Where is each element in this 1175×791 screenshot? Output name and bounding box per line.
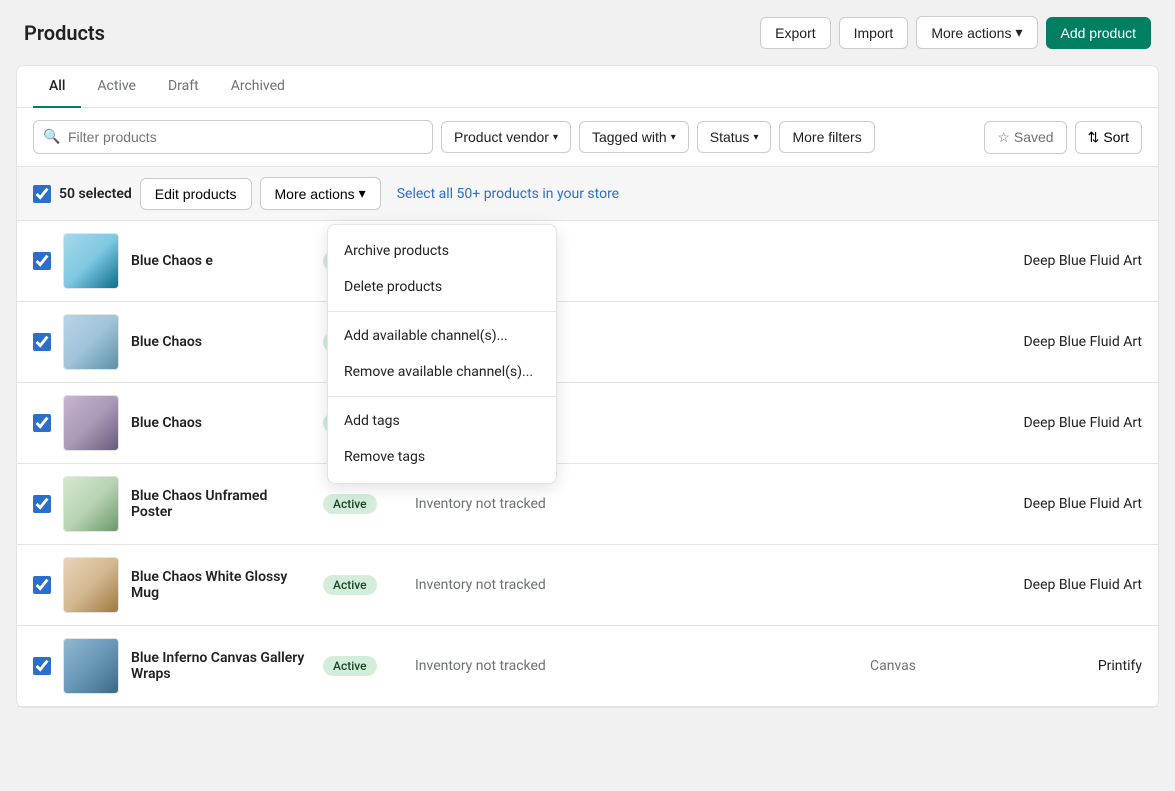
page-header: Products Export Import More actions ▾ Ad… (0, 0, 1175, 65)
bulk-action-bar: 50 selected Edit products More actions ▾… (17, 167, 1158, 221)
dropdown-divider-1 (328, 311, 556, 312)
product-vendor: Deep Blue Fluid Art (982, 496, 1142, 512)
product-row[interactable]: Blue Chaos Unframed Poster Active Invent… (17, 464, 1158, 545)
product-name: Blue Chaos e (131, 253, 311, 269)
product-list: Blue Chaos e Active Inventory not tracke… (17, 221, 1158, 707)
product-checkbox[interactable] (33, 495, 51, 513)
product-vendor: Deep Blue Fluid Art (982, 253, 1142, 269)
delete-products-item[interactable]: Delete products (328, 269, 556, 305)
product-row[interactable]: Blue Chaos Active Inventory not tracked … (17, 302, 1158, 383)
header-more-actions-button[interactable]: More actions ▾ (916, 16, 1037, 49)
product-vendor: Deep Blue Fluid Art (982, 415, 1142, 431)
tabs-bar: All Active Draft Archived (17, 66, 1158, 108)
chevron-down-icon: ▾ (753, 132, 758, 143)
header-actions: Export Import More actions ▾ Add product (760, 16, 1151, 49)
product-image (63, 395, 119, 451)
remove-tags-item[interactable]: Remove tags (328, 439, 556, 475)
search-wrapper: 🔍 (33, 120, 433, 154)
product-image (63, 638, 119, 694)
product-row[interactable]: Blue Chaos White Glossy Mug Active Inven… (17, 545, 1158, 626)
product-name: Blue Inferno Canvas Gallery Wraps (131, 650, 311, 682)
status-badge: Active (323, 575, 377, 595)
product-status: Active (323, 575, 403, 595)
product-vendor: Printify (982, 658, 1142, 674)
product-inventory: Inventory not tracked (415, 658, 858, 674)
product-checkbox[interactable] (33, 657, 51, 675)
add-channels-item[interactable]: Add available channel(s)... (328, 318, 556, 354)
product-inventory: Inventory not tracked (415, 496, 858, 512)
product-checkbox[interactable] (33, 252, 51, 270)
product-inventory: Inventory not tracked (415, 577, 858, 593)
search-input[interactable] (33, 120, 433, 154)
product-image (63, 233, 119, 289)
chevron-down-icon: ▾ (671, 132, 676, 143)
chevron-down-icon: ▾ (553, 132, 558, 143)
product-vendor: Deep Blue Fluid Art (982, 577, 1142, 593)
add-tags-item[interactable]: Add tags (328, 403, 556, 439)
bulk-more-actions-button[interactable]: More actions ▾ (260, 177, 381, 210)
product-row[interactable]: Blue Chaos e Active Inventory not tracke… (17, 221, 1158, 302)
more-actions-dropdown: Archive products Delete products Add ava… (327, 224, 557, 484)
sort-button[interactable]: ⇅ Sort (1075, 121, 1142, 154)
more-filters-button[interactable]: More filters (779, 121, 874, 153)
chevron-down-icon: ▾ (359, 185, 366, 202)
selected-count: 50 selected (59, 186, 132, 202)
product-vendor-filter[interactable]: Product vendor ▾ (441, 121, 571, 153)
dropdown-divider-2 (328, 396, 556, 397)
filters-row: 🔍 Product vendor ▾ Tagged with ▾ Status … (17, 108, 1158, 167)
status-badge: Active (323, 494, 377, 514)
export-button[interactable]: Export (760, 17, 830, 49)
product-row[interactable]: Blue Chaos Active Inventory not tracked … (17, 383, 1158, 464)
product-type: Canvas (870, 658, 970, 674)
saved-button[interactable]: ☆ Saved (984, 121, 1066, 154)
import-button[interactable]: Import (839, 17, 909, 49)
product-image (63, 314, 119, 370)
archive-products-item[interactable]: Archive products (328, 233, 556, 269)
product-name: Blue Chaos Unframed Poster (131, 488, 311, 520)
tab-active[interactable]: Active (81, 66, 152, 108)
product-image (63, 557, 119, 613)
tab-archived[interactable]: Archived (215, 66, 301, 108)
product-vendor: Deep Blue Fluid Art (982, 334, 1142, 350)
star-icon: ☆ (997, 129, 1010, 146)
products-card: All Active Draft Archived 🔍 Product vend… (16, 65, 1159, 708)
status-filter[interactable]: Status ▾ (697, 121, 772, 153)
select-all-checkbox[interactable] (33, 185, 51, 203)
product-image (63, 476, 119, 532)
product-checkbox[interactable] (33, 333, 51, 351)
product-row[interactable]: Blue Inferno Canvas Gallery Wraps Active… (17, 626, 1158, 707)
tab-all[interactable]: All (33, 66, 81, 108)
chevron-down-icon: ▾ (1015, 24, 1022, 41)
edit-products-button[interactable]: Edit products (140, 178, 252, 210)
product-name: Blue Chaos (131, 334, 311, 350)
product-checkbox[interactable] (33, 576, 51, 594)
select-all-link[interactable]: Select all 50+ products in your store (397, 186, 619, 202)
add-product-button[interactable]: Add product (1046, 17, 1152, 49)
page-title: Products (24, 21, 105, 45)
sort-icon: ⇅ (1088, 129, 1100, 146)
tab-draft[interactable]: Draft (152, 66, 215, 108)
product-status: Active (323, 494, 403, 514)
remove-channels-item[interactable]: Remove available channel(s)... (328, 354, 556, 390)
status-badge: Active (323, 656, 377, 676)
search-icon: 🔍 (43, 129, 60, 145)
product-name: Blue Chaos White Glossy Mug (131, 569, 311, 601)
header-more-actions-label: More actions (931, 25, 1011, 41)
product-name: Blue Chaos (131, 415, 311, 431)
product-status: Active (323, 656, 403, 676)
tagged-with-filter[interactable]: Tagged with ▾ (579, 121, 689, 153)
product-checkbox[interactable] (33, 414, 51, 432)
